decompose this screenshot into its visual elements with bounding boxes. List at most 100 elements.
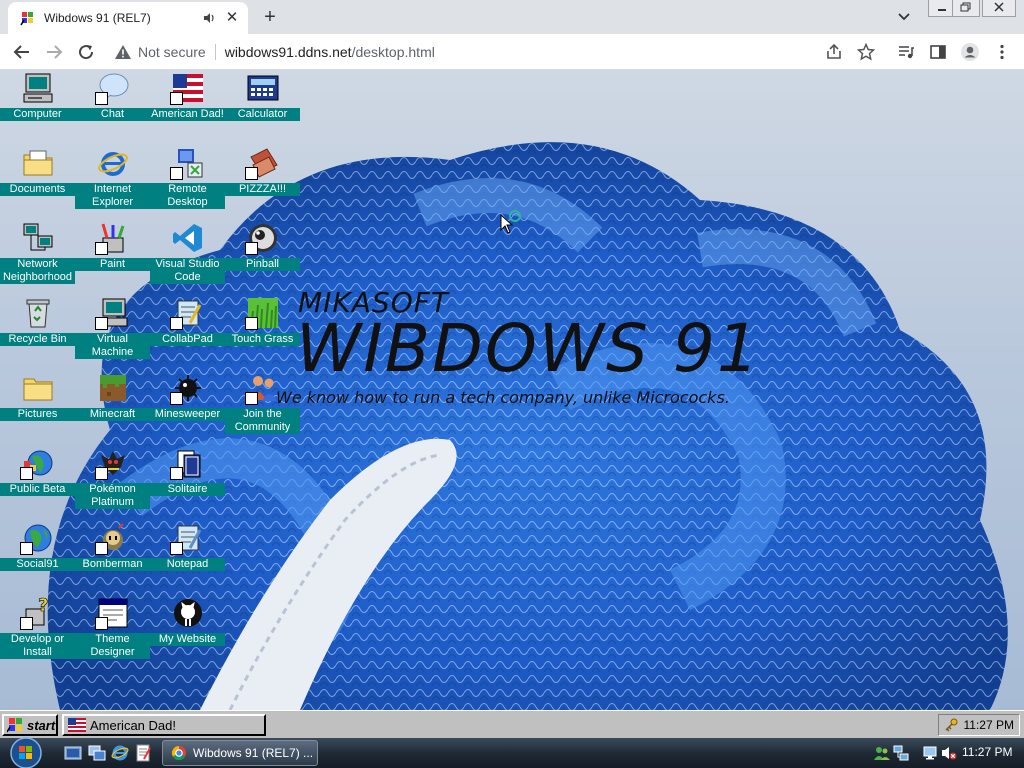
warning-icon[interactable]: [114, 44, 132, 60]
new-tab-button[interactable]: +: [258, 6, 282, 30]
address-bar[interactable]: Not secure wibdows91.ddns.net/desktop.ht…: [108, 38, 888, 66]
icon-label: Pictures: [0, 408, 75, 421]
desktop-icon-develop-or-install[interactable]: ? Develop or Install: [0, 597, 75, 671]
shortcut-arrow-icon: [170, 317, 183, 330]
desktop-icon-pizzza[interactable]: PIZZZA!!!: [225, 147, 300, 221]
chrome-menu-button[interactable]: [990, 40, 1014, 64]
desktop-icon-minecraft[interactable]: Minecraft: [75, 372, 150, 446]
icon-label: Theme Designer: [75, 633, 150, 659]
github-icon: [174, 599, 202, 627]
bookmark-button[interactable]: [854, 40, 878, 64]
desktop-icon-network-neighborhood[interactable]: Network Neighborhood: [0, 222, 75, 296]
desktop-icon-remote-desktop[interactable]: Remote Desktop: [150, 147, 225, 221]
users-icon[interactable]: [874, 745, 890, 761]
desktop-icon-join-the-community[interactable]: Join the Community: [225, 372, 300, 446]
close-window-button[interactable]: [982, 0, 1016, 17]
desktop-icon-documents[interactable]: Documents: [0, 147, 75, 221]
taskbar-item-label: American Dad!: [90, 717, 176, 733]
desktop-icon-collabpad[interactable]: CollabPad: [150, 297, 225, 371]
network-icon[interactable]: [893, 745, 909, 761]
action-center-icon[interactable]: [922, 745, 938, 761]
taskbar-item-label: Wibdows 91 (REL7) ...: [193, 746, 314, 760]
host-taskbar: Wibdows 91 (REL7) ... 11:27 PM: [0, 737, 1024, 768]
minimize-icon: [938, 9, 946, 11]
desktop-icon-touch-grass[interactable]: Touch Grass: [225, 297, 300, 371]
desktop-icon-public-beta[interactable]: Public Beta: [0, 447, 75, 521]
desktop-icon-social91[interactable]: Social91: [0, 522, 75, 596]
switch-windows-icon[interactable]: [88, 744, 106, 762]
desktop-icon-computer[interactable]: Computer: [0, 72, 75, 146]
desktop-icon-virtual-machine[interactable]: Virtual Machine: [75, 297, 150, 371]
close-tab-icon[interactable]: ✕: [224, 10, 240, 26]
tab-title: Wibdows 91 (REL7): [44, 11, 151, 25]
shortcut-arrow-icon: [20, 617, 33, 630]
desktop-icon-notepad[interactable]: Notepad: [150, 522, 225, 596]
share-button[interactable]: [822, 40, 846, 64]
side-panel-icon: [930, 45, 946, 59]
shortcut-arrow-icon: [95, 617, 108, 630]
taskbar-item-chrome[interactable]: Wibdows 91 (REL7) ...: [162, 740, 318, 766]
show-desktop-icon[interactable]: [64, 744, 82, 762]
internet-explorer-icon[interactable]: [111, 744, 129, 762]
desktop-icon-internet-explorer[interactable]: Internet Explorer: [75, 147, 150, 221]
desktop-icon-recycle-bin[interactable]: Recycle Bin: [0, 297, 75, 371]
back-button[interactable]: [10, 40, 34, 64]
start-button[interactable]: start: [2, 714, 58, 736]
wibdows-desktop[interactable]: MIKASOFT WIBDOWS 91 We know how to run a…: [0, 70, 1024, 710]
shortcut-arrow-icon: [245, 167, 258, 180]
icon-label: Pinball: [225, 258, 300, 271]
desktop-icon-theme-designer[interactable]: Theme Designer: [75, 597, 150, 671]
desktop-icon-visual-studio-code[interactable]: Visual Studio Code: [150, 222, 225, 296]
svg-text:?: ?: [38, 597, 48, 616]
browser-tab[interactable]: Wibdows 91 (REL7) ✕: [8, 2, 248, 34]
icon-label: Touch Grass: [225, 333, 300, 346]
icon-label: PIZZZA!!!: [225, 183, 300, 196]
media-controls-button[interactable]: [894, 40, 918, 64]
icon-label: Paint: [75, 258, 150, 271]
icon-label: Minecraft: [75, 408, 150, 421]
shortcut-arrow-icon: [170, 92, 183, 105]
desktop-icon-american-dad[interactable]: American Dad!: [150, 72, 225, 146]
icon-label: Pokémon Platinum: [75, 483, 150, 509]
security-status-text[interactable]: Not secure: [138, 44, 206, 60]
icon-label: Computer: [0, 108, 75, 121]
icon-label: Visual Studio Code: [150, 258, 225, 284]
desktop-icon-pinball[interactable]: Pinball: [225, 222, 300, 296]
shortcut-arrow-icon: [20, 542, 33, 555]
icon-label: Network Neighborhood: [0, 258, 75, 284]
shortcut-arrow-icon: [245, 317, 258, 330]
arrow-left-icon: [13, 45, 29, 59]
reload-button[interactable]: [74, 40, 98, 64]
url-text[interactable]: wibdows91.ddns.net/desktop.html: [225, 44, 435, 60]
restore-window-button[interactable]: [952, 0, 980, 17]
desktop-icon-solitaire[interactable]: Solitaire: [150, 447, 225, 521]
computer-icon: [23, 73, 53, 103]
windows-start-orb-icon[interactable]: [6, 734, 46, 768]
forward-button[interactable]: [42, 40, 66, 64]
desktop-icon-chat[interactable]: Chat: [75, 72, 150, 146]
audio-playing-icon[interactable]: [202, 11, 216, 25]
profile-button[interactable]: [958, 40, 982, 64]
desktop-icon-my-website[interactable]: My Website: [150, 597, 225, 671]
host-clock[interactable]: 11:27 PM: [962, 745, 1012, 759]
desktop-icon-pictures[interactable]: Pictures: [0, 372, 75, 446]
chrome-icon: [171, 745, 186, 761]
icon-label: Public Beta: [0, 483, 75, 496]
icon-label: Minesweeper: [150, 408, 225, 421]
notes-icon[interactable]: [134, 744, 152, 762]
tray-clock[interactable]: 11:27 PM: [964, 718, 1014, 732]
volume-muted-icon[interactable]: [941, 745, 957, 761]
desktop-icon-pokemon-platinum[interactable]: Pokémon Platinum: [75, 447, 150, 521]
desktop-icon-bomberman[interactable]: Bomberman: [75, 522, 150, 596]
side-panel-button[interactable]: [926, 40, 950, 64]
key-icon[interactable]: [944, 718, 958, 732]
icon-label: Documents: [0, 183, 75, 196]
shortcut-arrow-icon: [20, 467, 33, 480]
shortcut-arrow-icon: [95, 317, 108, 330]
chevron-down-icon[interactable]: [894, 8, 914, 26]
taskbar-item-american-dad[interactable]: American Dad!: [62, 714, 266, 736]
desktop-icon-calculator[interactable]: Calculator: [225, 72, 300, 146]
desktop-icon-paint[interactable]: Paint: [75, 222, 150, 296]
divider: [214, 44, 216, 60]
desktop-icon-minesweeper[interactable]: Minesweeper: [150, 372, 225, 446]
